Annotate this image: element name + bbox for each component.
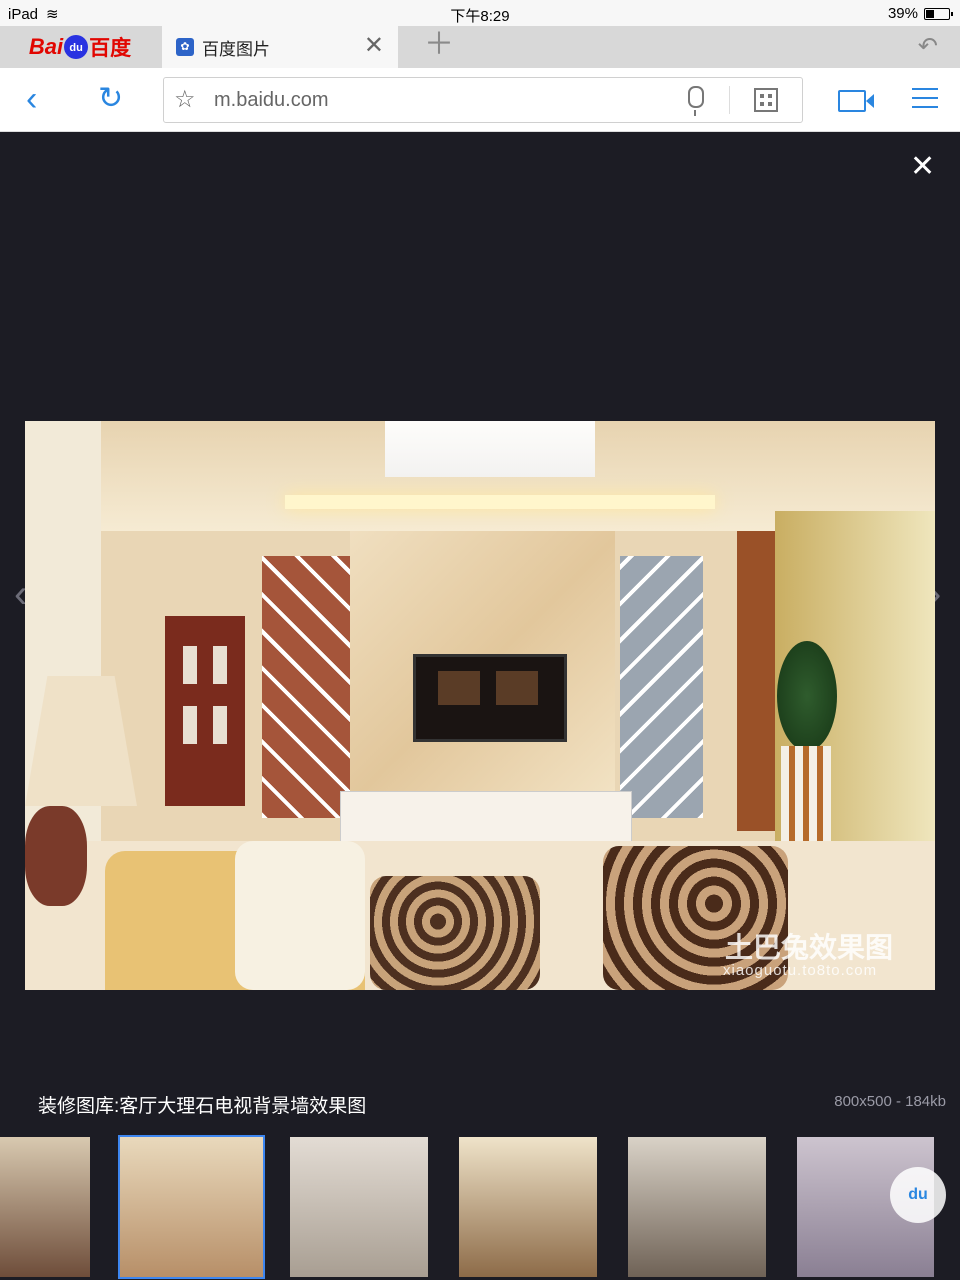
battery-percent: 39% xyxy=(887,5,918,22)
divider xyxy=(729,86,730,114)
tab-title: 百度图片 xyxy=(202,39,270,59)
qr-scan-icon[interactable] xyxy=(754,88,778,112)
undo-icon[interactable]: ↶ xyxy=(918,32,938,61)
tab-bar: Bai du 百度 ✿ 百度图片 ✕ ＋ ↶ xyxy=(0,26,960,68)
thumbnail[interactable] xyxy=(290,1137,428,1277)
clock: 下午8:29 xyxy=(450,8,510,25)
watermark-logo: 土巴兔效果图 xyxy=(725,932,894,963)
url-text[interactable]: m.baidu.com xyxy=(214,89,329,112)
close-tab-icon[interactable]: ✕ xyxy=(364,34,384,58)
microphone-icon[interactable] xyxy=(688,86,704,116)
video-camera-icon[interactable] xyxy=(838,90,874,112)
navigation-bar: ‹ ↻ ☆ m.baidu.com xyxy=(0,68,960,132)
logo-text-latin: Bai xyxy=(28,34,64,59)
baidu-logo[interactable]: Bai du 百度 xyxy=(0,26,160,68)
thumbnail[interactable] xyxy=(0,1137,90,1277)
menu-icon[interactable] xyxy=(912,88,938,115)
favicon-icon: ✿ xyxy=(176,38,194,56)
logo-text-cn: 百度 xyxy=(89,37,132,60)
new-tab-icon[interactable]: ＋ xyxy=(424,30,454,60)
image-size-info: 800x500 - 184kb xyxy=(834,1093,946,1110)
status-right: 39% xyxy=(887,5,953,22)
close-viewer-icon[interactable]: ✕ xyxy=(910,152,935,182)
thumbnail[interactable] xyxy=(459,1137,597,1277)
watermark-url: xiaoguotu.to8to.com xyxy=(723,962,878,979)
thumbnail-selected[interactable] xyxy=(118,1135,265,1279)
battery-fill xyxy=(926,9,934,18)
thumbnail[interactable] xyxy=(628,1137,766,1277)
reload-icon[interactable]: ↻ xyxy=(98,82,123,116)
paw-icon: du xyxy=(64,35,89,59)
thumbnail-strip xyxy=(0,1120,960,1280)
status-bar: iPad ≋ 下午8:29 39% xyxy=(0,0,960,26)
battery-icon xyxy=(924,7,953,20)
back-icon[interactable]: ‹ xyxy=(26,82,37,116)
image-caption: 装修图库:客厅大理石电视背景墙效果图 xyxy=(38,1096,367,1117)
baidu-float-button[interactable]: du xyxy=(890,1167,946,1223)
bookmark-star-icon[interactable]: ☆ xyxy=(174,85,196,114)
address-bar[interactable]: ☆ m.baidu.com xyxy=(163,77,803,123)
tab-baidu-images[interactable]: ✿ 百度图片 ✕ xyxy=(162,26,398,68)
main-photo[interactable]: 土巴兔效果图 xiaoguotu.to8to.com xyxy=(25,421,935,990)
